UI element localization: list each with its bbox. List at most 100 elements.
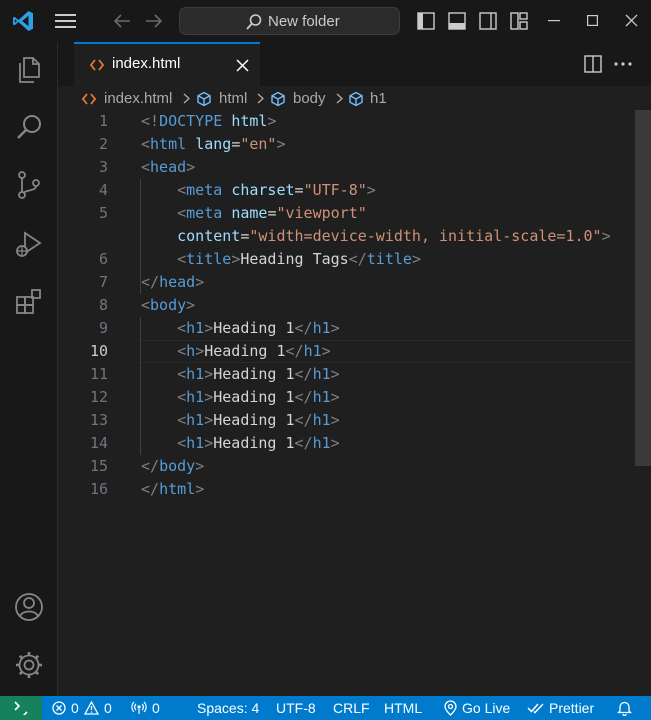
- code-token: <: [177, 319, 187, 337]
- code-token: Heading 1: [213, 434, 295, 452]
- command-center[interactable]: New folder: [179, 7, 400, 35]
- forward-arrow-icon[interactable]: [145, 13, 163, 29]
- code-token: h1: [312, 319, 331, 337]
- code-token: >: [186, 158, 196, 176]
- indentation-status[interactable]: Spaces: 4: [197, 700, 259, 716]
- toggle-panel-icon[interactable]: [448, 12, 466, 30]
- source-control-icon[interactable]: [14, 170, 44, 200]
- breadcrumb-body[interactable]: body: [293, 90, 326, 107]
- tab-index-html[interactable]: index.html: [74, 42, 260, 86]
- extensions-icon[interactable]: [14, 287, 44, 317]
- minimize-icon[interactable]: [548, 20, 560, 22]
- ports-count: 0: [152, 700, 160, 716]
- explorer-icon[interactable]: [14, 55, 44, 85]
- code-token: >: [195, 342, 205, 360]
- line-number: 8: [98, 296, 108, 314]
- code-token: title: [186, 250, 232, 268]
- encoding-status[interactable]: UTF-8: [276, 700, 316, 716]
- html-file-icon: [90, 59, 104, 71]
- run-debug-icon[interactable]: [14, 229, 44, 259]
- code-token: <: [177, 388, 187, 406]
- breadcrumb-file[interactable]: index.html: [104, 90, 172, 107]
- code-line[interactable]: </body>: [141, 457, 204, 475]
- close-tab-icon[interactable]: [236, 59, 249, 72]
- toggle-primary-sidebar-icon[interactable]: [417, 12, 435, 30]
- code-line[interactable]: <h1>Heading 1</h1>: [141, 388, 340, 406]
- maximize-icon[interactable]: [587, 15, 598, 26]
- code-token: lang: [195, 135, 232, 153]
- go-live-icon: [444, 700, 457, 716]
- code-token: >: [330, 388, 340, 406]
- search-icon[interactable]: [14, 112, 44, 142]
- code-line[interactable]: </html>: [141, 480, 204, 498]
- code-token: </: [294, 365, 313, 383]
- code-token: </: [294, 388, 313, 406]
- scrollbar-thumb[interactable]: [635, 110, 651, 466]
- code-token: >: [186, 296, 196, 314]
- code-token: >: [204, 388, 214, 406]
- line-number: 9: [98, 319, 108, 337]
- code-token: h1: [186, 319, 205, 337]
- code-token: charset: [231, 181, 295, 199]
- code-token: html: [159, 480, 196, 498]
- code-line[interactable]: <h>Heading 1</h1>: [141, 342, 331, 360]
- toggle-secondary-sidebar-icon[interactable]: [479, 12, 497, 30]
- code-token: h1: [186, 411, 205, 429]
- code-token: >: [330, 411, 340, 429]
- hamburger-menu-icon[interactable]: [55, 13, 77, 29]
- line-number: 5: [98, 204, 108, 222]
- code-token: "width=device-width, initial-scale=1.0": [249, 227, 602, 245]
- prettier-status[interactable]: Prettier: [549, 700, 594, 716]
- code-line[interactable]: <meta name="viewport": [141, 204, 367, 222]
- code-line[interactable]: <body>: [141, 296, 195, 314]
- code-token: >: [195, 273, 205, 291]
- title-bar: New folder: [0, 0, 651, 42]
- remote-indicator[interactable]: [0, 696, 42, 720]
- eol-status[interactable]: CRLF: [333, 700, 370, 716]
- code-token: Heading 1: [213, 411, 295, 429]
- customize-layout-icon[interactable]: [510, 12, 528, 30]
- code-token: <!: [141, 112, 160, 130]
- code-line[interactable]: content="width=device-width, initial-sca…: [141, 227, 610, 245]
- more-actions-icon[interactable]: [614, 62, 632, 66]
- breadcrumb-html[interactable]: html: [219, 90, 247, 107]
- remote-icon: [14, 701, 28, 715]
- accounts-icon[interactable]: [14, 592, 44, 622]
- code-line[interactable]: <title>Heading Tags</title>: [141, 250, 421, 268]
- code-line[interactable]: <h1>Heading 1</h1>: [141, 411, 340, 429]
- code-line[interactable]: <h1>Heading 1</h1>: [141, 319, 340, 337]
- language-mode-status[interactable]: HTML: [384, 700, 422, 716]
- split-editor-icon[interactable]: [584, 55, 602, 73]
- code-token: h1: [312, 434, 331, 452]
- activity-bar: [0, 42, 58, 696]
- code-token: html: [231, 112, 268, 130]
- code-token: >: [330, 434, 340, 452]
- code-line[interactable]: <meta charset="UTF-8">: [141, 181, 376, 199]
- chevron-right-icon: [183, 93, 190, 104]
- line-number: 1: [98, 112, 108, 130]
- code-line[interactable]: <h1>Heading 1</h1>: [141, 434, 340, 452]
- code-line[interactable]: <html lang="en">: [141, 135, 286, 153]
- back-arrow-icon[interactable]: [113, 13, 131, 29]
- code-token: title: [366, 250, 412, 268]
- line-number: 14: [89, 434, 108, 452]
- notifications-bell-icon[interactable]: [617, 700, 632, 716]
- code-token: <: [141, 296, 151, 314]
- code-token: </: [285, 342, 304, 360]
- code-token: h: [186, 342, 196, 360]
- code-line[interactable]: <h1>Heading 1</h1>: [141, 365, 340, 383]
- code-line[interactable]: <!DOCTYPE html>: [141, 112, 276, 130]
- breadcrumb-h1[interactable]: h1: [370, 90, 387, 107]
- code-line[interactable]: <head>: [141, 158, 195, 176]
- code-editor[interactable]: 1 <!DOCTYPE html> 2 <html lang="en"> 3 <head>…: [58, 110, 634, 696]
- code-line[interactable]: </head>: [141, 273, 204, 291]
- manage-gear-icon[interactable]: [14, 650, 44, 680]
- editor-scrollbar[interactable]: [634, 110, 651, 696]
- go-live-button[interactable]: Go Live: [462, 700, 510, 716]
- close-icon[interactable]: [625, 14, 638, 27]
